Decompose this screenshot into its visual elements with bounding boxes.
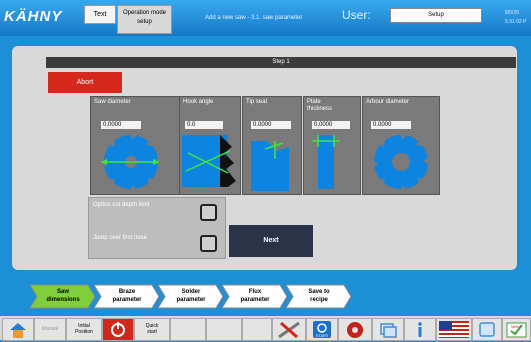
- kahny-logo: KÄHNY: [4, 8, 63, 25]
- empty-slot-1: [170, 318, 206, 341]
- manual-button[interactable]: Manual: [34, 318, 66, 341]
- plate-thickness-input[interactable]: 0.0000: [312, 121, 350, 129]
- step-label-1: Solder: [181, 289, 201, 295]
- operation-mode-button[interactable]: Operation mode setup: [117, 5, 172, 34]
- metric-icon: Metric: [506, 322, 527, 338]
- metric-label: Metric: [511, 325, 521, 329]
- windows-button[interactable]: [372, 318, 404, 341]
- step-label-2: parameter: [240, 297, 270, 303]
- step-label-1: Flux: [248, 289, 262, 295]
- arbour-blade-icon: [373, 133, 429, 191]
- window-icon: [479, 322, 495, 337]
- step-label-1: Save to: [308, 289, 330, 295]
- plate-thickness-icon: [312, 135, 340, 189]
- start-label: START: [316, 333, 329, 338]
- jump-first-nose-label: Jump over first nose: [93, 235, 148, 241]
- empty-slot-3: [242, 318, 272, 341]
- card-label: Saw diameter: [94, 99, 131, 105]
- power-icon: [111, 322, 125, 337]
- user-field[interactable]: Setup: [390, 8, 482, 23]
- step-label-2: parameter: [176, 297, 206, 303]
- gear-icon: [347, 322, 363, 338]
- tip-seat-card[interactable]: Tip seat 0.0000: [242, 96, 302, 195]
- home-icon: [10, 323, 26, 338]
- window-switch-button[interactable]: [472, 318, 502, 341]
- hook-angle-card[interactable]: Hook angle 0.0: [179, 96, 241, 195]
- card-label: Plate thickness: [307, 99, 333, 112]
- info-button[interactable]: [404, 318, 436, 341]
- tip-seat-input[interactable]: 0.0000: [251, 121, 291, 129]
- step-title: Step 1: [46, 57, 516, 68]
- saw-diameter-card[interactable]: Saw diameter 0.0000: [90, 96, 180, 195]
- settings-button[interactable]: [338, 318, 372, 341]
- hook-angle-input[interactable]: 0.0: [185, 121, 223, 129]
- progress-step[interactable]: Flux parameter: [222, 284, 288, 309]
- page-title: Add a new saw - 3.1. saw parameter: [205, 15, 303, 21]
- operation-mode-label: Operation mode: [122, 10, 167, 16]
- time-text: 5:31:02 P: [505, 19, 527, 25]
- arbour-diameter-card[interactable]: Arbour diameter 0.0000: [362, 96, 440, 195]
- progress-step[interactable]: Braze parameter: [94, 284, 160, 309]
- initial-label-2: Position: [75, 329, 93, 335]
- initial-position-button[interactable]: Initial Position: [66, 318, 102, 341]
- progress-step[interactable]: Solder parameter: [158, 284, 224, 309]
- date-text: 8/5/20: [505, 10, 519, 16]
- tools-button[interactable]: [272, 318, 306, 341]
- step-label-2: dimensions: [46, 297, 80, 303]
- tools-icon: [278, 321, 300, 339]
- hook-angle-icon: [182, 135, 236, 187]
- home-button[interactable]: [2, 318, 34, 341]
- windows-icon: [380, 323, 397, 338]
- saw-diameter-input[interactable]: 0.0000: [101, 121, 141, 129]
- text-button[interactable]: Text: [84, 5, 116, 24]
- language-button[interactable]: [436, 318, 472, 341]
- card-label: Tip seat: [246, 99, 268, 105]
- step-label-1: Saw: [56, 289, 69, 295]
- progress-step[interactable]: Saw dimensions: [30, 284, 96, 309]
- us-flag-icon: [439, 321, 469, 338]
- step-label-2: recipe: [310, 297, 328, 303]
- step-label-2: parameter: [112, 297, 142, 303]
- empty-slot-2: [206, 318, 242, 341]
- card-label: Hook angle: [183, 99, 214, 105]
- datetime: 8/5/20 5:31:02 P: [505, 9, 526, 27]
- stop-button[interactable]: [102, 318, 134, 341]
- saw-blade-icon: [101, 133, 159, 191]
- progress-step[interactable]: Save to recipe: [286, 284, 352, 309]
- operation-mode-value: setup: [137, 19, 152, 25]
- arbour-diameter-input[interactable]: 0.0000: [371, 121, 411, 129]
- card-label: Arbour diameter: [366, 99, 410, 105]
- metric-button[interactable]: Metric: [502, 318, 531, 341]
- quick-label-2: start: [147, 329, 157, 335]
- option-cut-depth-label: Option cut depth limit: [93, 202, 150, 208]
- user-label: User:: [342, 8, 371, 22]
- step-label-1: Braze: [118, 289, 136, 295]
- cut-depth-checkbox[interactable]: [200, 204, 217, 221]
- quick-start-button[interactable]: Quick start: [134, 318, 170, 341]
- tip-seat-icon: [251, 141, 289, 191]
- plate-thickness-card[interactable]: Plate thickness 0.0000: [303, 96, 361, 195]
- jump-first-nose-checkbox[interactable]: [200, 235, 217, 252]
- start-icon: START: [313, 321, 331, 338]
- options-box: Option cut depth limit Jump over first n…: [88, 197, 226, 259]
- abort-button[interactable]: Abort: [48, 72, 122, 93]
- next-button[interactable]: Next: [229, 225, 313, 257]
- start-button[interactable]: START: [306, 318, 338, 341]
- info-icon: [418, 322, 422, 337]
